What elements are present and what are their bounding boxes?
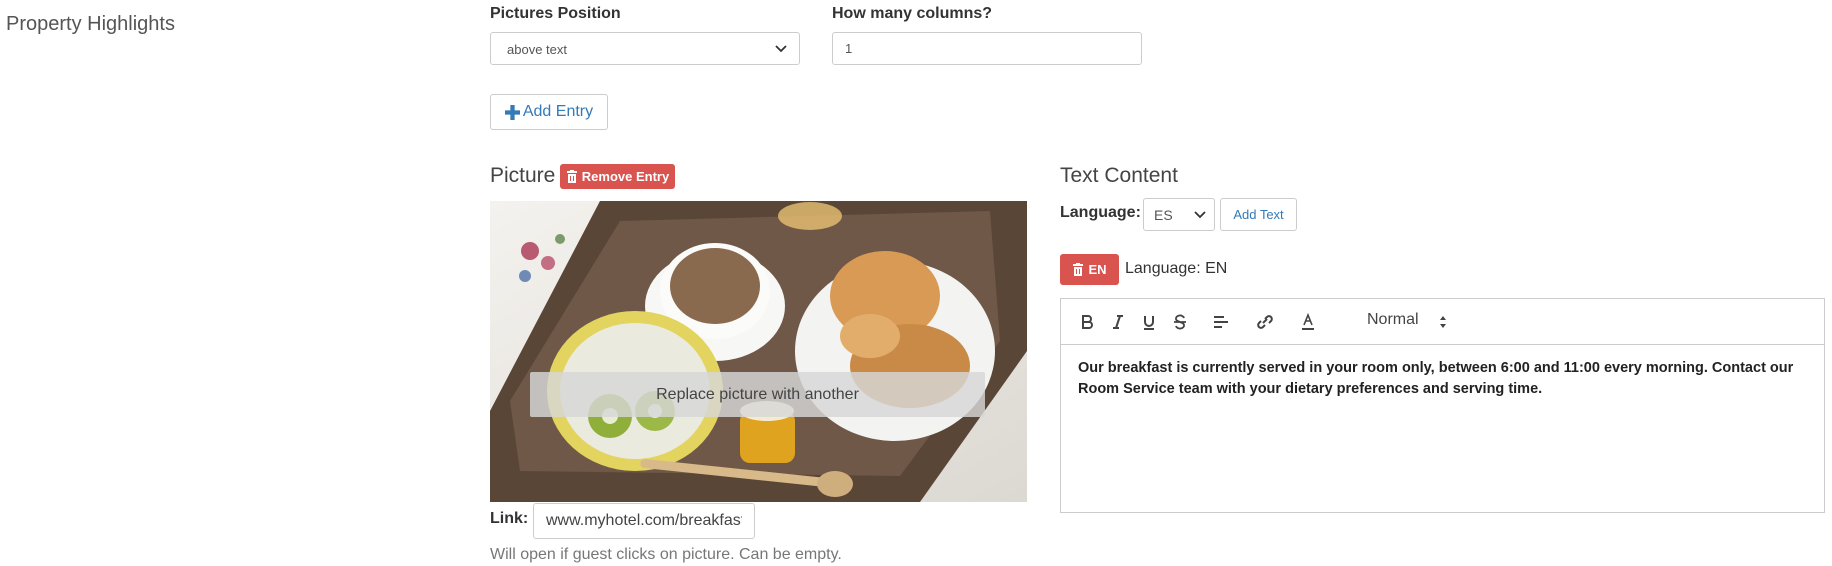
format-select-value: Normal xyxy=(1367,311,1419,328)
pictures-position-select[interactable]: above text xyxy=(490,32,800,65)
link-input[interactable] xyxy=(533,503,755,539)
language-label: Language: xyxy=(1060,204,1141,221)
breakfast-tray-image xyxy=(490,201,1027,502)
editor-content[interactable]: Our breakfast is currently served in you… xyxy=(1061,345,1824,413)
add-text-button[interactable]: Add Text xyxy=(1220,198,1297,231)
bold-button[interactable] xyxy=(1076,311,1098,333)
trash-icon xyxy=(566,170,577,183)
pictures-position-label: Pictures Position xyxy=(490,5,621,22)
en-tag-label: EN xyxy=(1088,262,1107,277)
link-icon xyxy=(1257,315,1273,329)
columns-label: How many columns? xyxy=(832,5,993,22)
language-select-value: ES xyxy=(1154,207,1173,223)
add-entry-button[interactable]: Add Entry xyxy=(490,94,608,130)
replace-picture-button[interactable]: Replace picture with another xyxy=(530,372,985,417)
language-select[interactable]: ES xyxy=(1143,198,1215,231)
bold-icon xyxy=(1082,315,1093,329)
align-left-icon xyxy=(1214,316,1228,328)
pictures-position-value: above text xyxy=(507,42,567,57)
italic-button[interactable] xyxy=(1107,311,1129,333)
text-color-icon xyxy=(1302,313,1314,330)
plus-icon xyxy=(504,104,520,120)
trash-icon xyxy=(1073,263,1084,276)
remove-language-en-button[interactable]: EN xyxy=(1060,254,1119,285)
add-entry-label: Add Entry xyxy=(522,103,594,120)
strike-icon xyxy=(1174,314,1186,330)
link-label: Link: xyxy=(490,510,529,527)
chevron-down-icon xyxy=(775,45,787,53)
italic-icon xyxy=(1113,315,1123,329)
underline-icon xyxy=(1144,316,1154,330)
sort-arrows-icon xyxy=(1440,316,1446,328)
link-help-text: Will open if guest clicks on picture. Ca… xyxy=(490,546,842,563)
underline-button[interactable] xyxy=(1138,311,1160,333)
editor-toolbar: Normal xyxy=(1061,299,1824,345)
strike-button[interactable] xyxy=(1169,311,1191,333)
language-en-label: Language: EN xyxy=(1125,260,1228,277)
section-title: Property Highlights xyxy=(6,13,175,35)
remove-entry-button[interactable]: Remove Entry xyxy=(560,164,675,189)
entry-picture[interactable] xyxy=(490,201,1027,502)
rich-text-editor: Normal Our breakfast is currently served… xyxy=(1060,298,1825,513)
remove-entry-label: Remove Entry xyxy=(581,169,670,184)
text-color-button[interactable] xyxy=(1297,311,1319,333)
chevron-down-icon xyxy=(1194,211,1206,219)
picture-heading: Picture xyxy=(490,164,556,187)
link-button[interactable] xyxy=(1254,311,1276,333)
format-select[interactable]: Normal xyxy=(1367,311,1457,333)
align-button[interactable] xyxy=(1210,311,1232,333)
text-content-heading: Text Content xyxy=(1060,164,1178,187)
columns-input[interactable] xyxy=(832,32,1142,65)
